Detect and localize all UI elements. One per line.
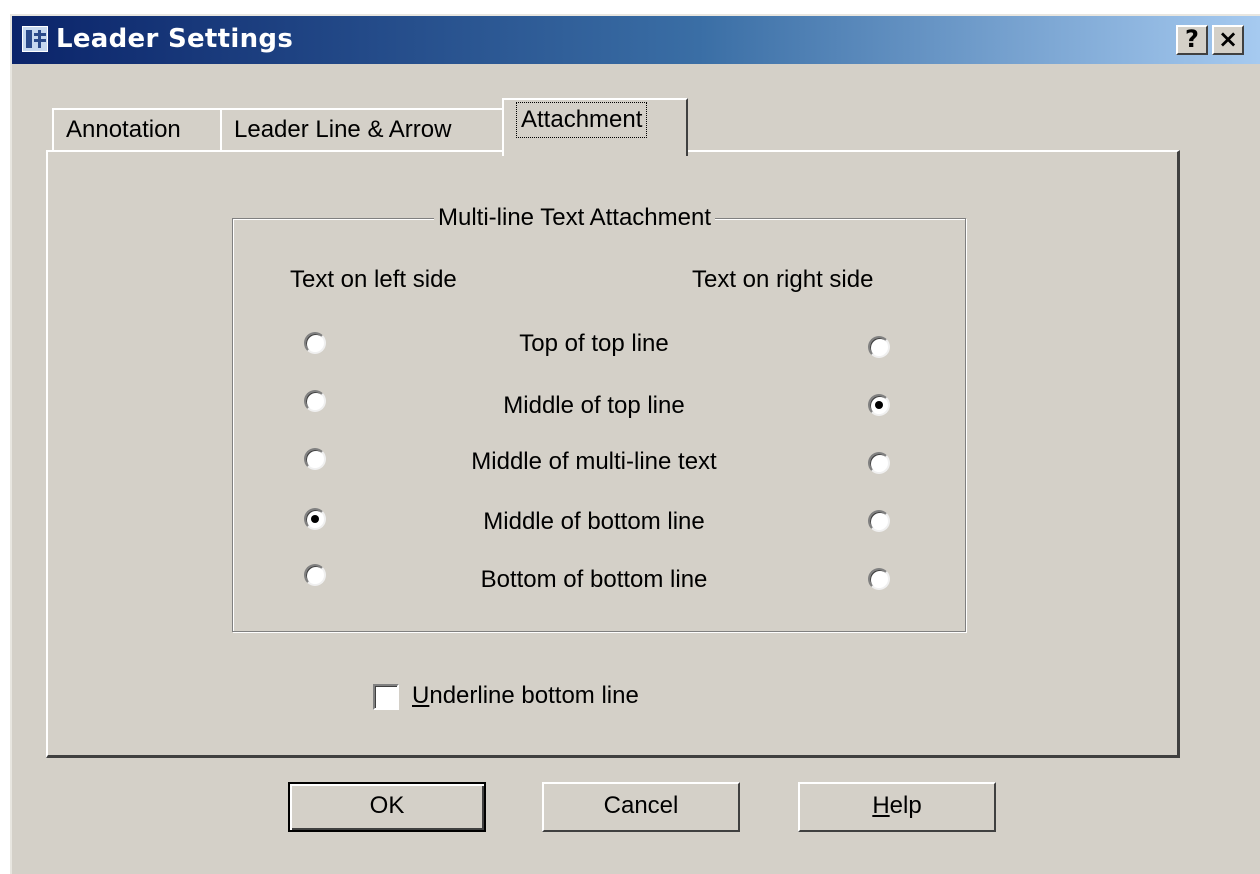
right-radio-middle-of-multiline-text[interactable] [868,452,890,474]
underline-bottom-line-label[interactable]: Underline bottom line [412,682,639,710]
option-label-middle-of-multiline-text: Middle of multi-line text [471,448,717,475]
right-radio-middle-of-top-line[interactable] [868,394,890,416]
group-title: Multi-line Text Attachment [434,204,716,232]
tab-attachment-label: Attachment [516,102,648,138]
option-label-bottom-of-bottom-line: Bottom of bottom line [480,566,708,593]
help-accelerator: H [872,792,890,819]
left-radio-middle-of-multiline-text[interactable] [304,448,326,470]
app-icon [22,26,48,52]
option-label-top-of-top-line: Top of top line [519,330,669,357]
right-radio-middle-of-bottom-line[interactable] [868,510,890,532]
attachment-tab-panel: Multi-line Text Attachment Text on left … [46,150,1180,758]
ok-button[interactable]: OK [288,782,486,832]
tab-annotation[interactable]: Annotation [52,108,222,152]
underline-bottom-line-checkbox[interactable] [373,684,399,710]
cancel-button[interactable]: Cancel [542,782,740,832]
help-icon[interactable]: ? [1176,25,1208,55]
title-bar[interactable]: Leader Settings ? × [12,16,1260,64]
right-side-header: Text on right side [692,266,874,293]
radio-dot [311,515,319,523]
tab-attachment[interactable]: Attachment [502,98,688,156]
left-radio-middle-of-top-line[interactable] [304,390,326,412]
option-label-middle-of-top-line: Middle of top line [503,392,685,419]
radio-dot [875,401,883,409]
left-radio-bottom-of-bottom-line[interactable] [304,564,326,586]
underline-label-rest: nderline bottom line [429,682,639,709]
option-label-middle-of-bottom-line: Middle of bottom line [483,508,705,535]
help-button[interactable]: Help [798,782,996,832]
help-label-rest: elp [889,792,922,819]
window-title: Leader Settings [56,24,294,54]
underline-accelerator: U [412,682,430,709]
close-icon[interactable]: × [1212,25,1244,55]
right-radio-top-of-top-line[interactable] [868,336,890,358]
left-side-header: Text on left side [290,266,457,293]
leader-settings-dialog: Leader Settings ? × Annotation Leader Li… [10,14,1260,874]
left-radio-top-of-top-line[interactable] [304,332,326,354]
left-radio-middle-of-bottom-line[interactable] [304,508,326,530]
tab-leader-line-arrow[interactable]: Leader Line & Arrow [220,108,504,152]
right-radio-bottom-of-bottom-line[interactable] [868,568,890,590]
